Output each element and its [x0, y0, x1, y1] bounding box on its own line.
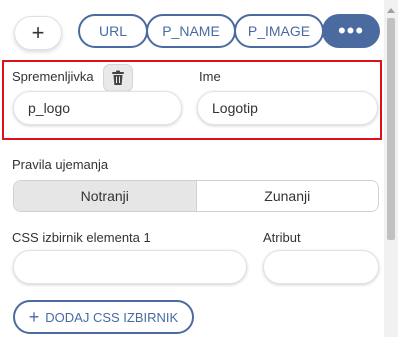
tag-toolbar: + URL P_NAME P_IMAGE •••	[12, 14, 380, 52]
add-css-selector-button[interactable]: + DODAJ CSS IZBIRNIK	[13, 300, 194, 334]
attribute-label: Atribut	[263, 230, 301, 245]
scrollbar[interactable]	[384, 0, 398, 337]
match-rules-label: Pravila ujemanja	[12, 157, 109, 172]
delete-button[interactable]	[103, 64, 133, 92]
css-selector-label: CSS izbirnik elementa 1	[12, 230, 151, 245]
name-label: Ime	[199, 69, 221, 84]
scrollbar-thumb[interactable]	[387, 18, 395, 240]
css-selector-input[interactable]	[13, 250, 247, 284]
trash-icon	[112, 70, 124, 85]
toggle-external[interactable]: Zunanji	[196, 181, 378, 211]
toggle-internal[interactable]: Notranji	[14, 181, 197, 211]
tag-p-image[interactable]: P_IMAGE	[234, 14, 324, 48]
name-input-value: Logotip	[212, 100, 258, 116]
attribute-input[interactable]	[263, 250, 379, 284]
more-icon: •••	[337, 18, 365, 43]
name-input[interactable]: Logotip	[197, 91, 378, 125]
match-rules-toggle: Notranji Zunanji	[13, 180, 379, 212]
variable-input-value: p_logo	[28, 100, 71, 116]
tag-p-name[interactable]: P_NAME	[146, 14, 236, 48]
more-button[interactable]: •••	[322, 14, 380, 48]
scroll-up-arrow-icon[interactable]	[387, 8, 395, 13]
plus-icon: +	[28, 307, 40, 327]
variable-label: Spremenljivka	[12, 69, 94, 84]
plus-icon: +	[31, 20, 45, 45]
tag-url[interactable]: URL	[78, 14, 148, 48]
variable-input[interactable]: p_logo	[13, 91, 182, 125]
add-css-selector-label: DODAJ CSS IZBIRNIK	[45, 309, 179, 325]
add-button[interactable]: +	[14, 16, 62, 50]
panel: + URL P_NAME P_IMAGE ••• Spremenljivka I…	[0, 0, 398, 337]
